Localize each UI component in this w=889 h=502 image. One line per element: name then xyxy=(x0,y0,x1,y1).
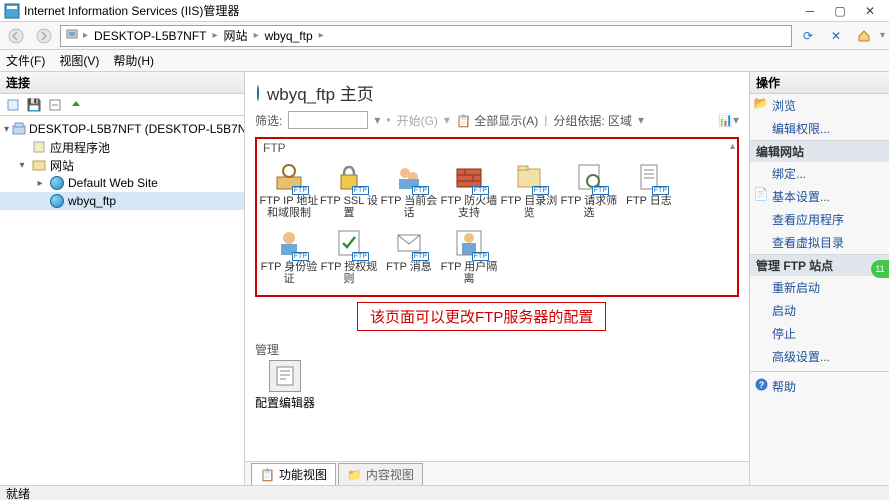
collapse-group-icon[interactable]: ▴ xyxy=(730,141,735,152)
action-browse[interactable]: 📂浏览 xyxy=(750,94,889,117)
ftp-user-isolation[interactable]: FTPFTP 用户隔 离 xyxy=(439,225,499,291)
settings-icon: 📄 xyxy=(754,187,768,201)
center-panel: wbyq_ftp 主页 筛选: ▾ • 开始(G) ▾ 📋 全部显示(A) | … xyxy=(245,72,749,485)
action-edit-permissions[interactable]: 编辑权限... xyxy=(750,117,889,140)
groupby-label[interactable]: 分组依据: 区域 xyxy=(553,112,632,129)
connections-title: 连接 xyxy=(6,74,30,91)
stop-button[interactable]: ✕ xyxy=(824,25,848,47)
close-button[interactable]: ✕ xyxy=(855,1,885,21)
ftp-logging[interactable]: FTPFTP 日志 xyxy=(619,159,679,225)
crumb-site[interactable]: wbyq_ftp xyxy=(263,29,315,43)
section-edit-site: 编辑网站 xyxy=(750,140,889,162)
tree-wbyq-ftp[interactable]: wbyq_ftp xyxy=(0,192,244,210)
section-manage-ftp: 管理 FTP 站点ⓘ xyxy=(750,254,889,276)
filter-bar: 筛选: ▾ • 开始(G) ▾ 📋 全部显示(A) | 分组依据: 区域 ▾ 📊… xyxy=(245,109,749,135)
config-editor[interactable]: 配置编辑器 xyxy=(255,360,315,411)
tree-sites[interactable]: ▾网站 xyxy=(0,156,244,174)
minimize-button[interactable]: ─ xyxy=(795,1,825,21)
ftp-authorization[interactable]: FTPFTP 授权规 则 xyxy=(319,225,379,291)
tree-root[interactable]: ▾DESKTOP-L5B7NFT (DESKTOP-L5B7NFT\11266) xyxy=(0,120,244,138)
connect-button[interactable] xyxy=(4,97,22,113)
action-view-vdir[interactable]: 查看虚拟目录 xyxy=(750,231,889,254)
actions-title: 操作 xyxy=(750,72,889,94)
main-area: 连接 💾 ▾DESKTOP-L5B7NFT (DESKTOP-L5B7NFT\1… xyxy=(0,72,889,485)
showall-button[interactable]: 📋 全部显示(A) xyxy=(456,112,538,129)
action-stop[interactable]: 停止 xyxy=(750,322,889,345)
action-restart[interactable]: 重新启动 xyxy=(750,276,889,299)
ftp-directory-browsing[interactable]: FTPFTP 目录浏 览 xyxy=(499,159,559,225)
annotation-label: 该页面可以更改FTP服务器的配置 xyxy=(357,302,606,331)
menu-file[interactable]: 文件(F) xyxy=(6,52,45,69)
status-text: 就绪 xyxy=(6,485,30,502)
page-header: wbyq_ftp 主页 xyxy=(245,72,749,109)
breadcrumb[interactable]: ▸ DESKTOP-L5B7NFT ▸ 网站 ▸ wbyq_ftp ▸ xyxy=(60,25,792,47)
tree-default-site[interactable]: ▸Default Web Site xyxy=(0,174,244,192)
ftp-request-filtering[interactable]: FTPFTP 请求筛 选 xyxy=(559,159,619,225)
connections-tree: ▾DESKTOP-L5B7NFT (DESKTOP-L5B7NFT\11266)… xyxy=(0,116,244,485)
ftp-group-title: FTP xyxy=(257,139,737,155)
filter-input[interactable] xyxy=(288,111,368,129)
back-button[interactable] xyxy=(4,25,28,47)
ftp-sessions[interactable]: FTPFTP 当前会 话 xyxy=(379,159,439,225)
action-view-apps[interactable]: 查看应用程序 xyxy=(750,208,889,231)
menu-help[interactable]: 帮助(H) xyxy=(113,52,154,69)
ftp-firewall[interactable]: FTPFTP 防火墙 支持 xyxy=(439,159,499,225)
collapse-button[interactable] xyxy=(46,97,64,113)
start-button[interactable]: 开始(G) xyxy=(397,112,438,129)
chevron-right-icon: ▸ xyxy=(319,30,324,41)
ftp-ip-restrictions[interactable]: FTPFTP IP 地址 和域限制 xyxy=(259,159,319,225)
crumb-host[interactable]: DESKTOP-L5B7NFT xyxy=(92,29,208,43)
chevron-right-icon: ▸ xyxy=(254,30,259,41)
tree-apppools[interactable]: 应用程序池 xyxy=(0,138,244,156)
maximize-button[interactable]: ▢ xyxy=(825,1,855,21)
view-dropdown-icon[interactable]: 📊▾ xyxy=(718,113,739,127)
help-icon: ? xyxy=(754,377,768,391)
navigation-bar: ▸ DESKTOP-L5B7NFT ▸ 网站 ▸ wbyq_ftp ▸ ⟳ ✕ … xyxy=(0,22,889,50)
management-group-title: 管理 xyxy=(255,341,739,360)
tab-content[interactable]: 📁 内容视图 xyxy=(338,463,423,485)
ftp-icons: FTPFTP IP 地址 和域限制 FTPFTP SSL 设 置 FTPFTP … xyxy=(257,155,737,295)
status-bar: 就绪 xyxy=(0,485,889,500)
management-group: 管理 配置编辑器 xyxy=(255,341,739,411)
up-button[interactable] xyxy=(67,97,85,113)
forward-button[interactable] xyxy=(32,25,56,47)
site-icon xyxy=(257,86,259,100)
view-tabs: 📋 功能视图 📁 内容视图 xyxy=(245,461,749,485)
connections-header: 连接 xyxy=(0,72,244,94)
ftp-group: FTP FTPFTP IP 地址 和域限制 FTPFTP SSL 设 置 FTP… xyxy=(255,137,739,297)
ftp-authentication[interactable]: FTPFTP 身份验 证 xyxy=(259,225,319,291)
actions-panel: 操作 📂浏览 编辑权限... 编辑网站 绑定... 📄基本设置... 查看应用程… xyxy=(749,72,889,485)
crumb-sites[interactable]: 网站 xyxy=(222,27,250,44)
action-binding[interactable]: 绑定... xyxy=(750,162,889,185)
folder-icon: 📂 xyxy=(754,96,768,110)
menu-bar: 文件(F) 视图(V) 帮助(H) xyxy=(0,50,889,72)
tab-features[interactable]: 📋 功能视图 xyxy=(251,463,336,485)
chevron-right-icon: ▸ xyxy=(213,30,218,41)
action-advanced[interactable]: 高级设置... xyxy=(750,345,889,368)
refresh-button[interactable]: ⟳ xyxy=(796,25,820,47)
connections-toolbar: 💾 xyxy=(0,94,244,116)
app-icon xyxy=(4,3,20,19)
action-help[interactable]: ?帮助 xyxy=(750,375,889,398)
ftp-messages[interactable]: FTPFTP 消息 xyxy=(379,225,439,291)
save-button[interactable]: 💾 xyxy=(25,97,43,113)
page-title: wbyq_ftp 主页 xyxy=(267,80,374,105)
home-button[interactable] xyxy=(852,25,876,47)
server-icon xyxy=(65,27,79,44)
svg-text:?: ? xyxy=(758,380,764,390)
filter-dropdown-icon[interactable]: ▾ xyxy=(374,111,380,129)
ftp-ssl-settings[interactable]: FTPFTP SSL 设 置 xyxy=(319,159,379,225)
action-start[interactable]: 启动 xyxy=(750,299,889,322)
window-controls: ─ ▢ ✕ xyxy=(795,1,885,21)
notification-badge[interactable]: 11 xyxy=(871,260,889,278)
title-bar: Internet Information Services (IIS)管理器 ─… xyxy=(0,0,889,22)
action-basic-settings[interactable]: 📄基本设置... xyxy=(750,185,889,208)
connections-panel: 连接 💾 ▾DESKTOP-L5B7NFT (DESKTOP-L5B7NFT\1… xyxy=(0,72,245,485)
window-title: Internet Information Services (IIS)管理器 xyxy=(24,2,795,19)
chevron-right-icon: ▸ xyxy=(83,30,88,41)
menu-view[interactable]: 视图(V) xyxy=(59,52,99,69)
filter-label: 筛选: xyxy=(255,112,282,129)
